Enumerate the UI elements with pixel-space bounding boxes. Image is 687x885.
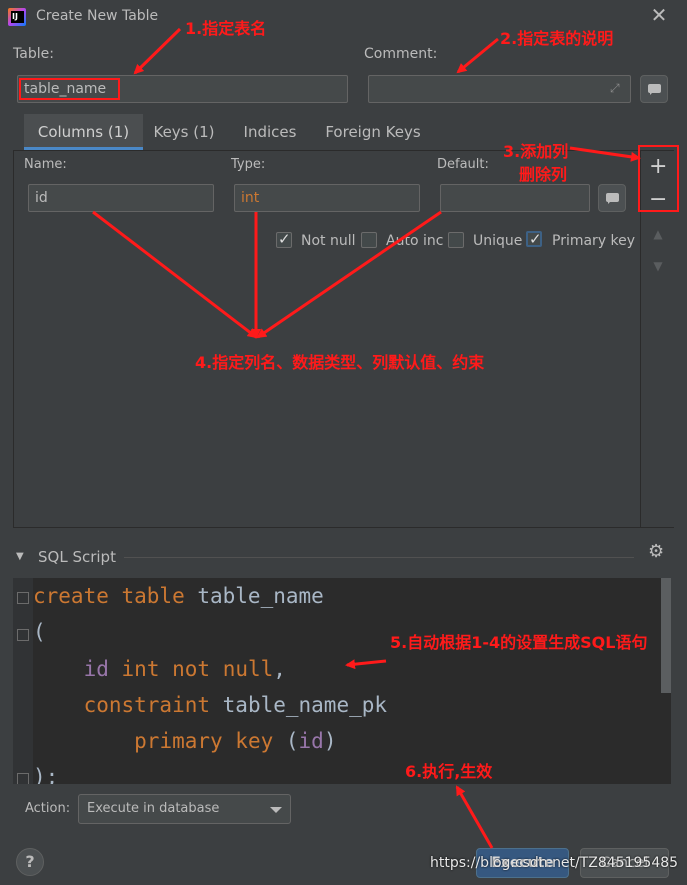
add-remove-highlight-box: [638, 145, 679, 212]
table-name-highlight-box: [19, 78, 120, 100]
column-name-input[interactable]: id: [28, 184, 214, 212]
fold-marker-icon[interactable]: [17, 773, 29, 784]
expand-icon[interactable]: ⤢: [610, 81, 620, 96]
annotation-3-line2: 删除列: [519, 165, 568, 184]
code-line-2: (: [33, 620, 46, 644]
code-line-3: id int not null,: [83, 657, 286, 681]
window-title: Create New Table: [36, 8, 159, 24]
fold-marker-icon[interactable]: [17, 629, 29, 641]
not-null-checkbox[interactable]: [276, 230, 292, 248]
tab-keys[interactable]: Keys (1): [148, 114, 220, 150]
annotation-3-line1: 3.添加列: [503, 142, 569, 161]
comment-input[interactable]: [368, 75, 631, 103]
default-edit-button[interactable]: [598, 184, 626, 212]
code-line-1: create table table_name: [33, 584, 324, 608]
column-default-input[interactable]: [440, 184, 590, 212]
column-type-input[interactable]: int: [234, 184, 420, 212]
editor-gutter: [13, 578, 33, 784]
comment-label: Comment:: [364, 46, 438, 62]
unique-label: Unique: [473, 233, 523, 249]
code-line-5: primary key (id): [134, 729, 337, 753]
annotation-6: 6.执行,生效: [405, 762, 493, 781]
watermark: https://blog.csdn.net/TZ845195485: [430, 855, 679, 871]
annotation-1: 1.指定表名: [185, 19, 267, 38]
column-type-label: Type:: [231, 157, 266, 172]
code-line-4: constraint table_name_pk: [83, 693, 388, 717]
arrow-6: [455, 785, 494, 849]
close-button[interactable]: ✕: [648, 4, 670, 26]
speech-bubble-icon: [648, 84, 661, 95]
help-button[interactable]: ?: [16, 848, 44, 876]
auto-inc-label: Auto inc: [386, 233, 444, 249]
arrow-1: [133, 27, 182, 75]
tab-columns[interactable]: Columns (1): [24, 114, 143, 150]
tab-indices[interactable]: Indices: [236, 114, 304, 150]
auto-inc-checkbox[interactable]: [361, 232, 377, 248]
action-select-value: Execute in database: [87, 801, 220, 816]
column-default-label: Default:: [437, 157, 489, 172]
chevron-down-icon: [270, 807, 282, 813]
sql-divider: [124, 557, 634, 558]
annotation-5: 5.自动根据1-4的设置生成SQL语句: [390, 633, 648, 652]
fold-marker-icon[interactable]: [17, 592, 29, 604]
not-null-label: Not null: [301, 233, 356, 249]
arrow-2: [456, 37, 499, 74]
move-up-button[interactable]: ▲: [649, 225, 667, 243]
gear-icon[interactable]: ⚙: [648, 541, 664, 562]
move-down-button[interactable]: ▼: [649, 257, 667, 275]
primary-key-label: Primary key: [552, 233, 636, 249]
action-select[interactable]: Execute in database: [78, 794, 291, 824]
table-label: Table:: [13, 46, 54, 62]
annotation-4: 4.指定列名、数据类型、列默认值、约束: [195, 353, 485, 372]
collapse-triangle-icon: ▼: [16, 551, 24, 562]
unique-checkbox[interactable]: [448, 232, 464, 248]
sql-editor[interactable]: create table table_name ( id int not nul…: [13, 578, 671, 784]
intellij-logo-icon: [8, 8, 26, 26]
action-label: Action:: [25, 801, 71, 816]
code-line-6: );: [33, 765, 59, 784]
editor-scrollbar[interactable]: [661, 578, 671, 693]
sql-script-title: SQL Script: [38, 548, 116, 566]
comment-edit-button[interactable]: [640, 75, 668, 103]
annotation-2: 2.指定表的说明: [500, 29, 614, 48]
primary-key-checkbox[interactable]: [526, 230, 542, 248]
tab-foreign-keys[interactable]: Foreign Keys: [321, 114, 425, 150]
column-name-label: Name:: [24, 157, 67, 172]
speech-bubble-icon: [606, 193, 619, 204]
